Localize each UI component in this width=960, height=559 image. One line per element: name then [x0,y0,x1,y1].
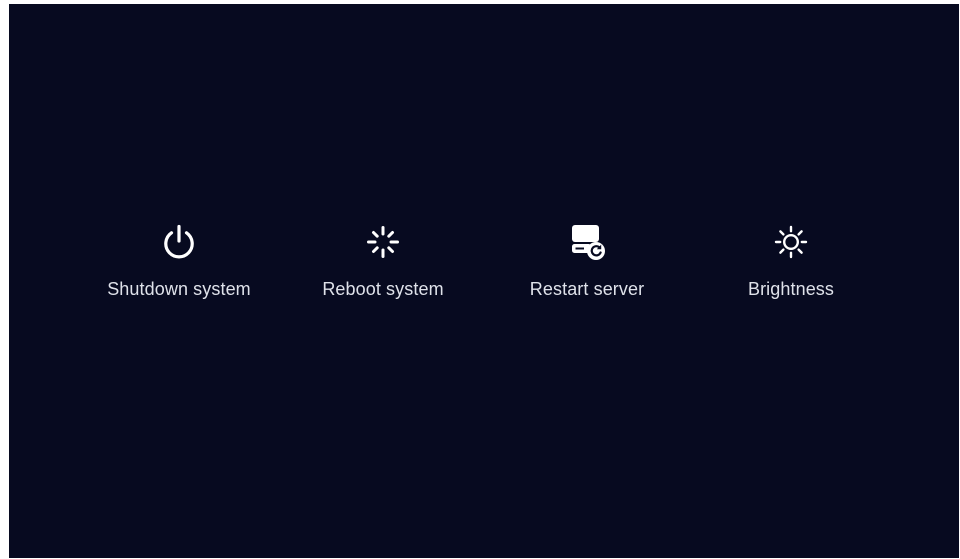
reboot-system-button[interactable]: Reboot system [283,214,483,314]
brightness-label: Brightness [747,279,835,299]
loading-spinner-icon [361,220,405,264]
server-restart-icon [565,220,609,264]
power-icon [157,220,201,264]
restart-server-button[interactable]: Restart server [487,214,687,314]
brightness-button[interactable]: Brightness [691,214,891,314]
sun-icon [769,220,813,264]
restart-server-label: Restart server [529,279,645,299]
power-menu-screen: Shutdown system Reboot system Restart se… [9,4,959,558]
shutdown-system-label: Shutdown system [107,279,251,299]
reboot-system-label: Reboot system [322,279,444,299]
shutdown-system-button[interactable]: Shutdown system [79,214,279,314]
